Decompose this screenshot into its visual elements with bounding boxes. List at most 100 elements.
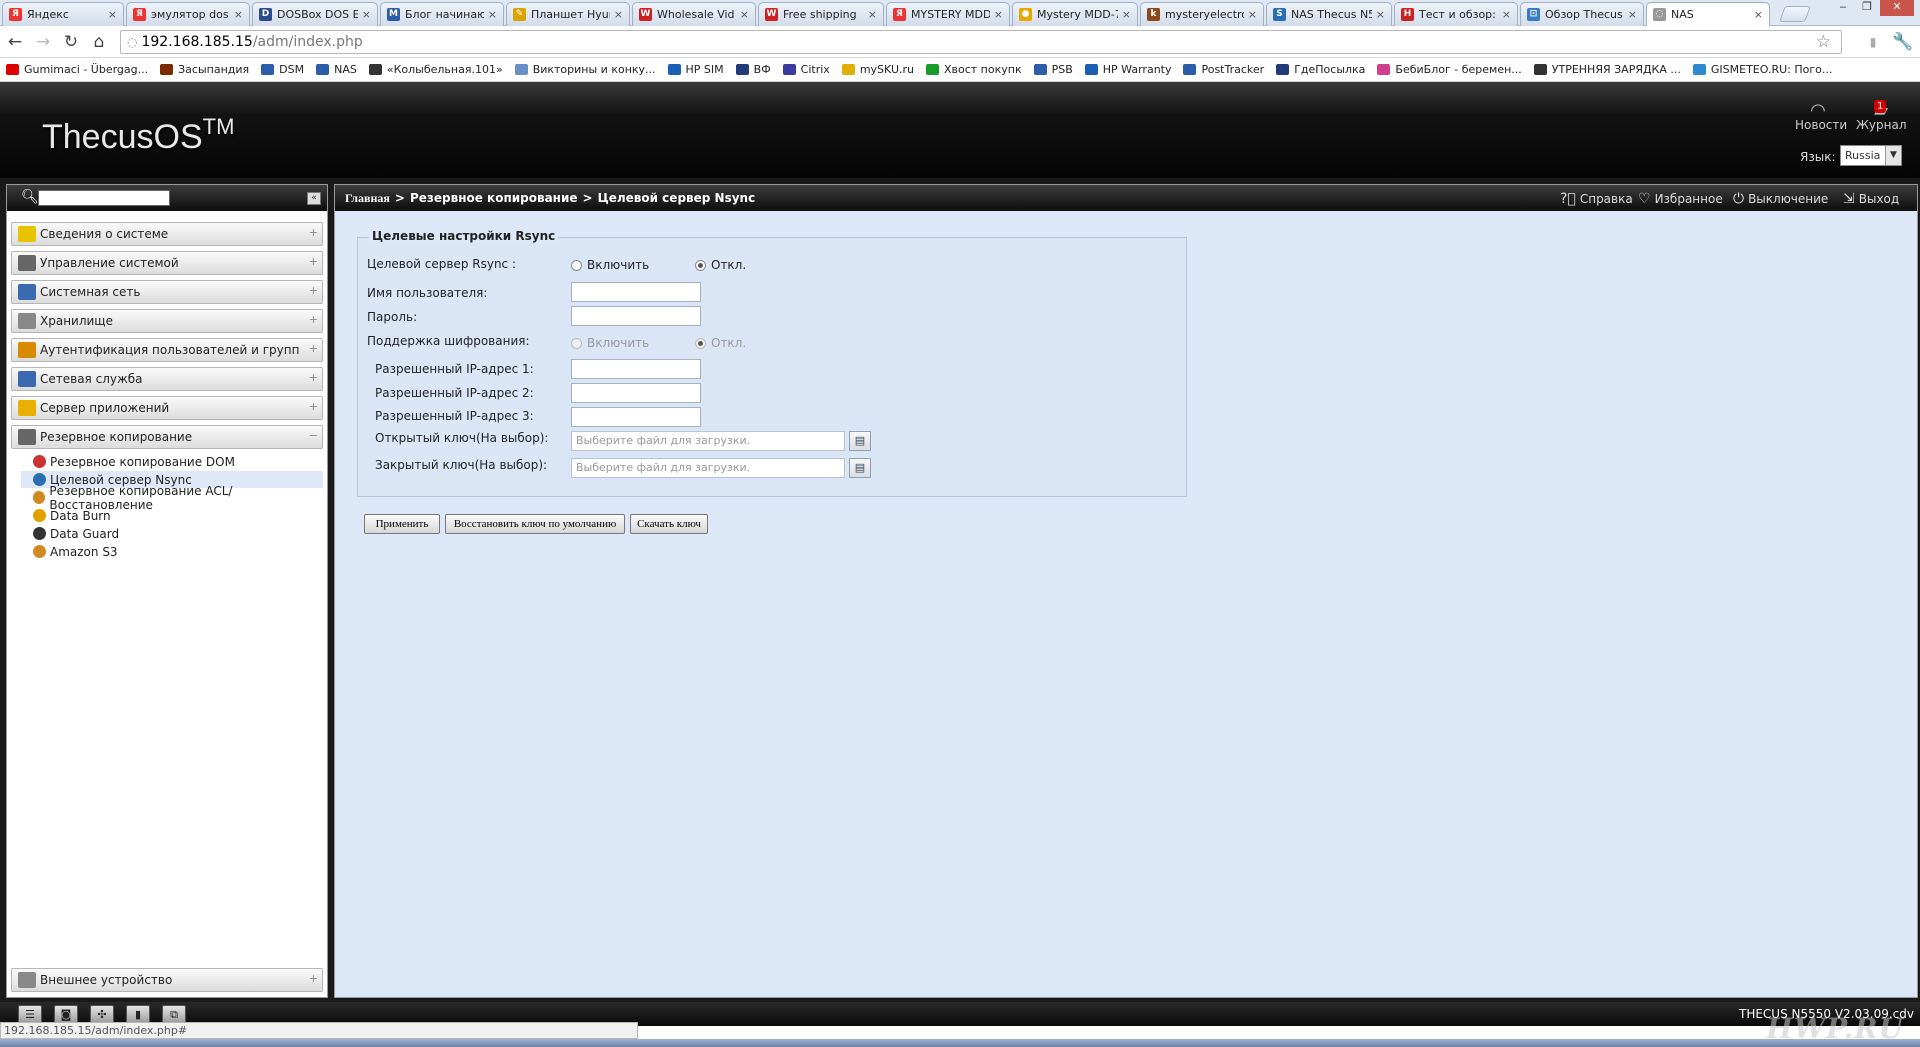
home-icon[interactable]: ⌂ bbox=[88, 32, 110, 52]
bookmark-item[interactable]: Хвост покупк bbox=[925, 63, 1022, 76]
close-tab-icon[interactable]: × bbox=[1502, 8, 1511, 21]
logout-button[interactable]: ⇲ Выход bbox=[1843, 191, 1899, 207]
encryption-enable-radio[interactable]: Включить bbox=[571, 336, 649, 350]
bookmark-star-icon[interactable]: ☆ bbox=[1816, 32, 1831, 52]
sidebar-menu-app-server[interactable]: Сервер приложений + bbox=[11, 396, 323, 420]
bookmark-label: PostTracker bbox=[1201, 63, 1265, 76]
username-field[interactable] bbox=[571, 282, 701, 302]
sidebar-menu-service[interactable]: Сетевая служба + bbox=[11, 367, 323, 391]
sidebar-item-backup[interactable]: Резервное копирование ACL/Восстановление bbox=[21, 484, 323, 512]
tab-title: Mystery MDD-7 bbox=[1037, 8, 1118, 21]
browser-tab[interactable]: ⊡ Обзор Thecus × bbox=[1520, 2, 1644, 26]
close-tab-icon[interactable]: × bbox=[108, 8, 117, 21]
sidebar-menu-tools[interactable]: Управление системой + bbox=[11, 251, 323, 275]
browser-tab[interactable]: ● Mystery MDD-7 × bbox=[1012, 2, 1138, 26]
close-tab-icon[interactable]: × bbox=[994, 8, 1003, 21]
browser-tab[interactable]: ✎ Планшет Hyun × bbox=[506, 2, 630, 26]
browser-tab[interactable]: M Блог начинаю × bbox=[380, 2, 504, 26]
rsync-enable-radio[interactable]: Включить bbox=[571, 258, 649, 272]
close-tab-icon[interactable]: × bbox=[488, 8, 497, 21]
password-field[interactable] bbox=[571, 306, 701, 326]
close-tab-icon[interactable]: × bbox=[1248, 8, 1257, 21]
sidebar-menu-backup[interactable]: Резервное копирование − bbox=[11, 425, 323, 449]
browser-tab[interactable]: k mysteryelectror × bbox=[1140, 2, 1264, 26]
ip2-field[interactable] bbox=[571, 383, 701, 403]
browser-tab[interactable]: H Тест и обзор: T × bbox=[1394, 2, 1518, 26]
sidebar-menu-storage[interactable]: Хранилище + bbox=[11, 309, 323, 333]
favorites-button[interactable]: ♡ Избранное bbox=[1638, 191, 1723, 207]
browser-tab[interactable]: W Free shipping × bbox=[758, 2, 884, 26]
browser-tab[interactable]: S NAS Thecus N5 × bbox=[1266, 2, 1392, 26]
private-key-file-input[interactable]: Выберите файл для загрузки. bbox=[571, 458, 845, 478]
bookmark-item[interactable]: PSB bbox=[1033, 63, 1073, 76]
close-tab-icon[interactable]: × bbox=[1628, 8, 1637, 21]
browse-file-icon[interactable]: ▤ bbox=[849, 431, 871, 451]
encryption-disable-radio[interactable]: Откл. bbox=[695, 336, 746, 350]
forward-icon[interactable]: → bbox=[32, 32, 54, 52]
browser-tab[interactable]: D DOSBox DOS E × bbox=[252, 2, 378, 26]
heart-icon: ♡ bbox=[1638, 191, 1651, 207]
bookmark-item[interactable]: GISMETEO.RU: Пого... bbox=[1692, 63, 1832, 76]
close-tab-icon[interactable]: × bbox=[234, 8, 243, 21]
sidebar-menu-users[interactable]: Аутентификация пользователей и групп + bbox=[11, 338, 323, 362]
close-tab-icon[interactable]: × bbox=[740, 8, 749, 21]
bookmark-item[interactable]: HP SIM bbox=[667, 63, 724, 76]
close-tab-icon[interactable]: × bbox=[362, 8, 371, 21]
close-tab-icon[interactable]: × bbox=[1122, 8, 1131, 21]
browser-tab[interactable]: Я Яндекс × bbox=[2, 2, 124, 26]
bookmark-item[interactable]: «Колыбельная.101» bbox=[368, 63, 503, 76]
sidebar-item-backup[interactable]: Резервное копирование DOM bbox=[21, 453, 323, 470]
bookmark-item[interactable]: Засыпандия bbox=[160, 63, 249, 76]
close-window-button[interactable]: ✕ bbox=[1880, 0, 1914, 16]
sidebar-item-backup[interactable]: Amazon S3 bbox=[21, 543, 323, 560]
download-key-button[interactable]: Скачать ключ bbox=[630, 514, 708, 534]
bookmark-item[interactable]: Викторины и конку... bbox=[514, 63, 656, 76]
bookmark-item[interactable]: ГдеПосылка bbox=[1276, 63, 1365, 76]
sidebar-menu-network[interactable]: Системная сеть + bbox=[11, 280, 323, 304]
browse-file-icon[interactable]: ▤ bbox=[849, 458, 871, 478]
news-button[interactable]: ◠ Новости bbox=[1795, 100, 1847, 132]
public-key-file-input[interactable]: Выберите файл для загрузки. bbox=[571, 431, 845, 451]
browser-tab[interactable]: Я MYSTERY MDD- × bbox=[886, 2, 1010, 26]
bookmark-item[interactable]: Gumimaci - Übergag... bbox=[6, 63, 148, 76]
ip3-field[interactable] bbox=[571, 407, 701, 427]
bookmark-item[interactable]: ВФ bbox=[735, 63, 771, 76]
close-tab-icon[interactable]: × bbox=[868, 8, 877, 21]
search-input[interactable] bbox=[38, 190, 170, 206]
language-select[interactable]: Russia ▼ bbox=[1840, 145, 1902, 166]
browser-tab[interactable]: W Wholesale Vid × bbox=[632, 2, 756, 26]
sidebar-menu-info[interactable]: Сведения о системе + bbox=[11, 222, 323, 246]
radio-circle-icon bbox=[571, 337, 582, 349]
sidebar-item-backup[interactable]: Data Burn bbox=[21, 507, 323, 524]
collapse-sidebar-button[interactable]: « bbox=[307, 192, 321, 205]
address-bar[interactable]: ◌ 192.168.185.15/adm/index.php ☆ bbox=[120, 30, 1842, 54]
close-tab-icon[interactable]: × bbox=[1376, 8, 1385, 21]
browser-tab[interactable]: ◌ NAS × bbox=[1646, 2, 1770, 26]
bookmark-item[interactable]: Citrix bbox=[782, 63, 830, 76]
bookmark-item[interactable]: БебиБлог - беремен... bbox=[1377, 63, 1522, 76]
apply-button[interactable]: Применить bbox=[364, 514, 440, 534]
bookmark-item[interactable]: PostTracker bbox=[1183, 63, 1264, 76]
wrench-icon[interactable]: 🔧 bbox=[1892, 32, 1914, 52]
breadcrumb-home[interactable]: Главная bbox=[345, 191, 390, 206]
restore-default-key-button[interactable]: Восстановить ключ по умолчанию bbox=[445, 514, 625, 534]
maximize-window-button[interactable]: ❐ bbox=[1856, 0, 1878, 16]
help-button[interactable]: ?⃝ Справка bbox=[1560, 191, 1633, 207]
sidebar-menu-external-device[interactable]: Внешнее устройство + bbox=[11, 968, 323, 992]
bookmark-item[interactable]: УТРЕННЯЯ ЗАРЯДКА ... bbox=[1533, 63, 1681, 76]
reload-icon[interactable]: ↻ bbox=[60, 32, 82, 52]
back-icon[interactable]: ← bbox=[4, 32, 26, 52]
rsync-disable-radio[interactable]: Откл. bbox=[695, 258, 746, 272]
shutdown-button[interactable]: ⏻ Выключение bbox=[1733, 191, 1828, 207]
browser-tab[interactable]: Яэмулятор dos × bbox=[126, 2, 250, 26]
minimize-window-button[interactable]: ‒ bbox=[1832, 0, 1854, 16]
bookmark-item[interactable]: DSM bbox=[261, 63, 304, 76]
close-tab-icon[interactable]: × bbox=[614, 8, 623, 21]
bookmark-item[interactable]: HP Warranty bbox=[1084, 63, 1171, 76]
bookmark-item[interactable]: mySKU.ru bbox=[841, 63, 914, 76]
sidebar-item-backup[interactable]: Data Guard bbox=[21, 525, 323, 542]
close-tab-icon[interactable]: × bbox=[1754, 8, 1763, 21]
ip1-field[interactable] bbox=[571, 359, 701, 379]
bookmark-item[interactable]: NAS bbox=[316, 63, 357, 76]
info-icon bbox=[18, 226, 36, 242]
